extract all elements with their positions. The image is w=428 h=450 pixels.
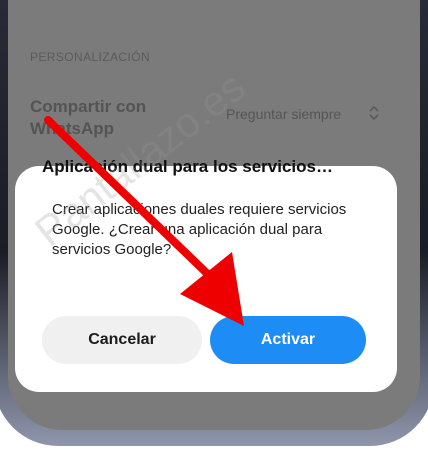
section-header: PERSONALIZACIÓN	[30, 50, 151, 64]
activate-button[interactable]: Activar	[210, 316, 366, 364]
dialog-message: Crear aplicaciones duales requiere servi…	[52, 201, 347, 258]
cancel-button[interactable]: Cancelar	[42, 316, 202, 364]
dialog-title: Aplicación dual para los servicios…	[42, 157, 333, 176]
chevron-up-down-icon[interactable]	[368, 103, 380, 123]
share-setting-title[interactable]: Compartir con WhatsApp	[30, 96, 200, 140]
share-setting-value[interactable]: Preguntar siempre	[226, 106, 341, 122]
phone-frame: PERSONALIZACIÓN Compartir con WhatsApp P…	[0, 0, 428, 450]
